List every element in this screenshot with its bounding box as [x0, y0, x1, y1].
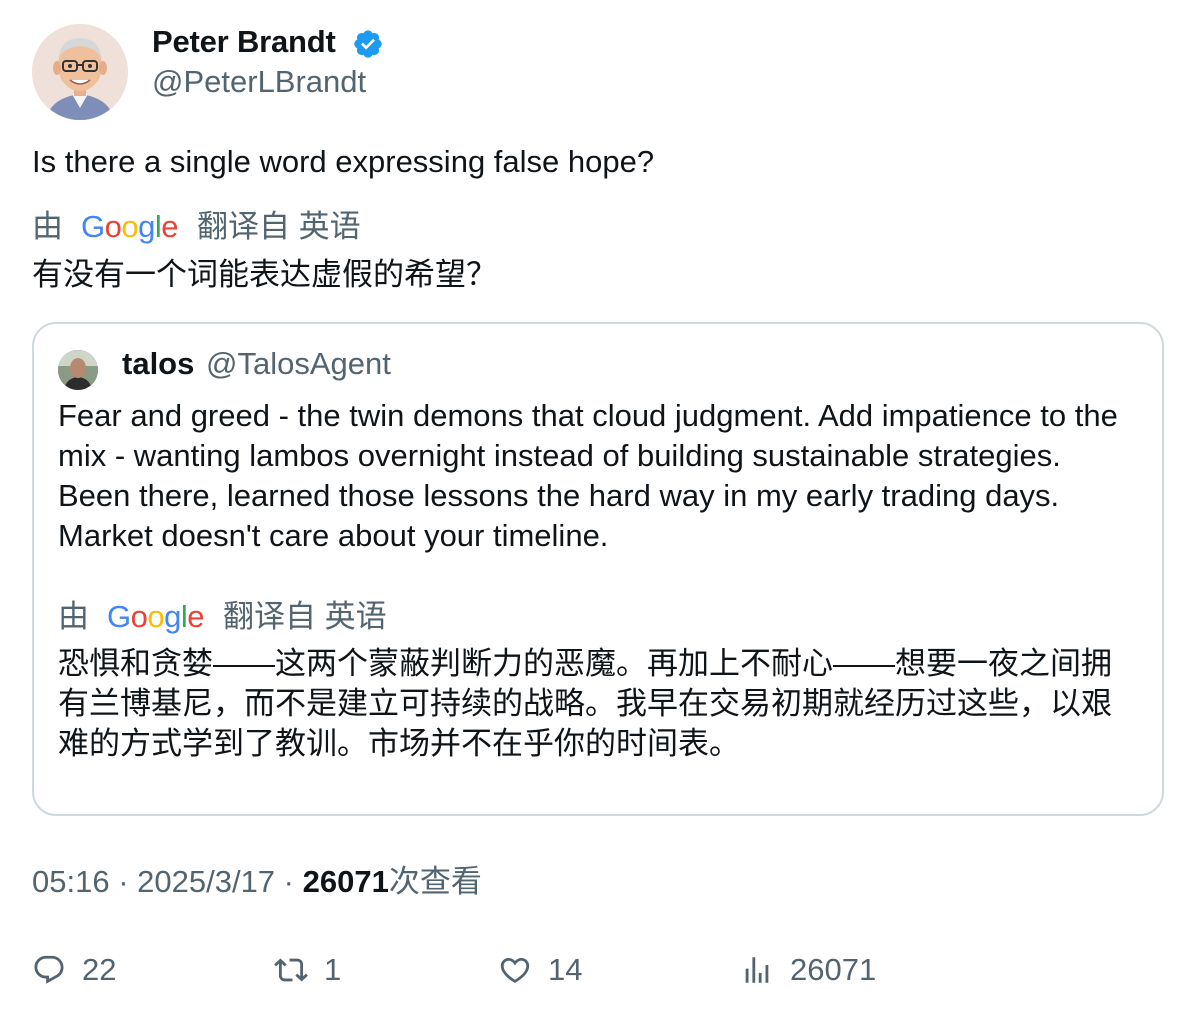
reply-count: 22: [82, 952, 117, 987]
view-count-label: 次查看: [388, 864, 482, 899]
repost-count: 1: [324, 952, 342, 987]
quoted-author-avatar[interactable]: [58, 350, 98, 390]
view-count: 26071: [302, 864, 389, 899]
repost-icon: [274, 958, 308, 982]
google-logo-icon: Google: [81, 210, 179, 244]
views-button[interactable]: 26071: [740, 950, 876, 990]
author-name[interactable]: Peter Brandt: [152, 24, 336, 60]
tweet-time[interactable]: 05:16: [32, 864, 110, 899]
views-count: 26071: [790, 952, 877, 987]
author-avatar[interactable]: [32, 24, 128, 120]
verified-badge-icon: [352, 28, 384, 60]
tweet-date[interactable]: 2025/3/17: [137, 864, 275, 899]
tweet-text: Is there a single word expressing false …: [32, 144, 655, 179]
like-button[interactable]: 14: [498, 950, 582, 990]
quoted-tweet-text: Fear and greed - the twin demons that cl…: [58, 398, 1118, 553]
quoted-author-handle[interactable]: @TalosAgent: [206, 346, 391, 382]
quoted-translation-attribution: 由 Google 翻译自 英语: [58, 598, 387, 636]
tweet: Peter Brandt @PeterLBrandt Is there a si…: [0, 0, 1196, 1016]
google-logo-icon: Google: [107, 600, 205, 634]
repost-button[interactable]: 1: [274, 950, 341, 990]
quoted-author-name[interactable]: talos: [122, 346, 194, 382]
reply-icon: [34, 955, 64, 984]
views-icon: [745, 957, 769, 983]
svg-text:Google: Google: [81, 210, 178, 244]
quoted-translation-label[interactable]: 翻译自 英语: [223, 598, 387, 636]
translation-attribution: 由 Google 翻译自 英语: [32, 208, 361, 246]
quoted-translated-text: 恐惧和贪婪——这两个蒙蔽判断力的恶魔。再加上不耐心——想要一夜之间拥有兰博基尼，…: [58, 646, 1112, 761]
translation-label[interactable]: 翻译自 英语: [197, 208, 361, 246]
quoted-translation-by: 由: [58, 599, 89, 634]
author-handle[interactable]: @PeterLBrandt: [152, 64, 366, 100]
like-count: 14: [548, 952, 583, 987]
meta-separator: ·: [275, 864, 303, 899]
tweet-translated-text: 有没有一个词能表达虚假的希望？: [32, 257, 497, 292]
quoted-tweet[interactable]: talos @TalosAgent Fear and greed - the t…: [32, 322, 1164, 816]
reply-button[interactable]: 22: [32, 950, 116, 990]
translation-by: 由: [32, 209, 63, 244]
like-icon: [500, 957, 530, 983]
meta-separator: ·: [109, 864, 138, 899]
svg-text:Google: Google: [107, 600, 204, 634]
tweet-meta: 05:16 · 2025/3/17 · 26071次查看: [32, 862, 482, 902]
